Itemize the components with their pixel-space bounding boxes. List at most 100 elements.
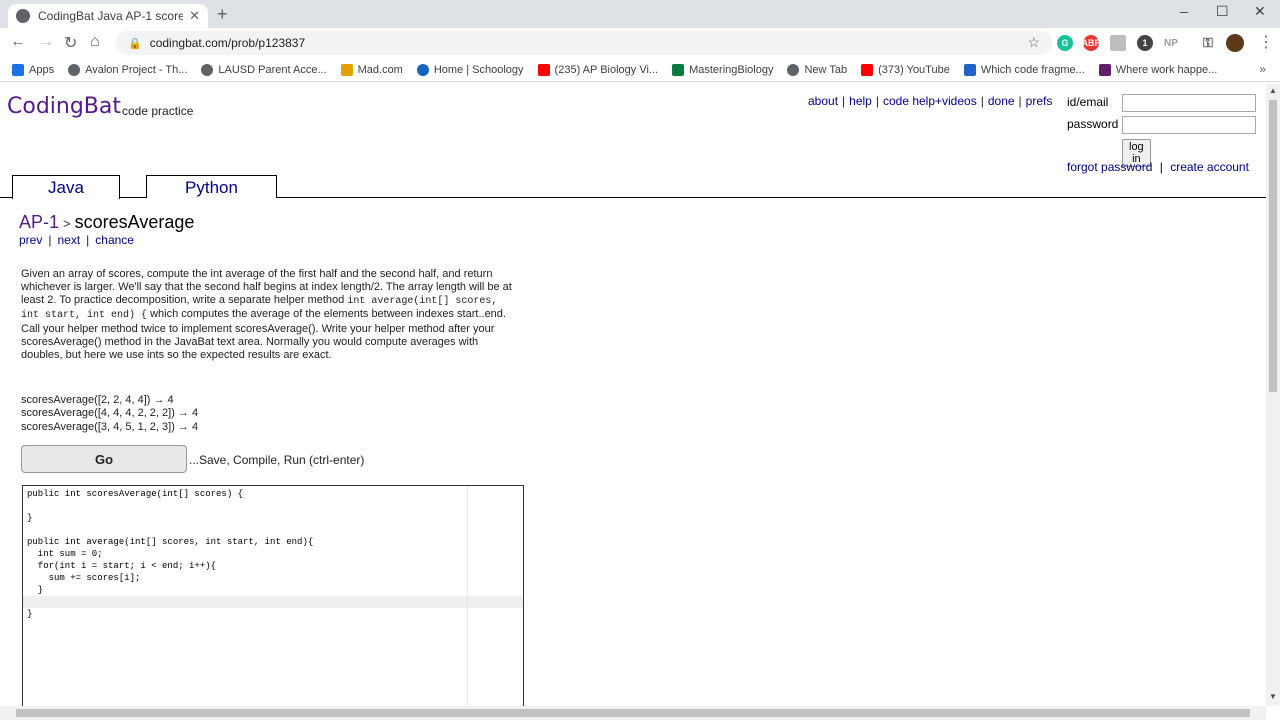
- np-extension-icon[interactable]: NP: [1163, 35, 1179, 51]
- site-logo[interactable]: CodingBat: [7, 94, 121, 119]
- globe-icon: [201, 63, 214, 76]
- code-editor[interactable]: public int scoresAverage(int[] scores) {…: [22, 485, 524, 706]
- about-link[interactable]: about: [808, 94, 838, 108]
- close-tab-icon[interactable]: ✕: [189, 8, 200, 24]
- bookmark-star-icon[interactable]: ☆: [1027, 34, 1040, 51]
- pearson-icon: [672, 63, 685, 76]
- profile-avatar-icon[interactable]: [1226, 34, 1244, 52]
- youtube-icon: [861, 63, 874, 76]
- minimize-icon[interactable]: –: [1180, 3, 1188, 19]
- bookmark-label: MasteringBiology: [689, 63, 774, 76]
- horizontal-scroll-thumb[interactable]: [16, 709, 1250, 717]
- globe-icon: [68, 63, 81, 76]
- bookmark-item[interactable]: Avalon Project - Th...: [68, 63, 188, 76]
- problem-description: Given an array of scores, compute the in…: [21, 268, 521, 362]
- go-button[interactable]: Go: [21, 445, 187, 473]
- key-icon[interactable]: ⚿: [1200, 35, 1216, 51]
- globe-icon: [787, 63, 800, 76]
- password-field[interactable]: [1122, 116, 1256, 134]
- bookmark-item[interactable]: (235) AP Biology Vi...: [537, 63, 659, 76]
- back-arrow-icon[interactable]: ←: [10, 33, 26, 51]
- extension-icon[interactable]: [1110, 35, 1126, 51]
- tab-python[interactable]: Python: [146, 175, 277, 198]
- bookmarks-overflow-icon[interactable]: »: [1259, 62, 1266, 76]
- close-window-icon[interactable]: ✕: [1254, 3, 1266, 20]
- reload-icon[interactable]: ↻: [64, 33, 77, 53]
- bookmark-item[interactable]: Where work happe...: [1098, 63, 1218, 76]
- vertical-scrollbar[interactable]: ▲ ▼: [1266, 84, 1280, 706]
- section-link[interactable]: AP-1: [19, 212, 59, 232]
- adblock-icon[interactable]: ABP: [1082, 35, 1101, 51]
- forward-arrow-icon[interactable]: →: [38, 33, 54, 51]
- lock-icon: 🔒: [128, 37, 142, 50]
- problem-title: scoresAverage: [74, 212, 195, 232]
- tab-title: CodingBat Java AP-1 scoresAverage: [38, 9, 184, 23]
- slack-icon: [1098, 63, 1111, 76]
- print-margin: [467, 486, 468, 706]
- breadcrumb: AP-1 > scoresAverage: [19, 212, 194, 233]
- quizlet-icon: [963, 63, 976, 76]
- example-line: scoresAverage([4, 4, 4, 2, 2, 2]) → 4: [21, 407, 199, 420]
- mad-icon: [340, 63, 353, 76]
- id-email-field[interactable]: [1122, 94, 1256, 112]
- bookmark-label: New Tab: [804, 63, 848, 76]
- id-email-label: id/email: [1067, 95, 1109, 109]
- bookmark-label: Which code fragme...: [980, 63, 1085, 76]
- problem-nav: prev | next | chance: [19, 233, 134, 247]
- bookmark-item[interactable]: LAUSD Parent Acce...: [201, 63, 327, 76]
- browser-tab[interactable]: CodingBat Java AP-1 scoresAverage ✕: [8, 4, 208, 28]
- prev-link[interactable]: prev: [19, 233, 42, 247]
- login-separator: |: [1159, 160, 1163, 174]
- bookmark-label: (373) YouTube: [878, 63, 950, 76]
- example-line: scoresAverage([3, 4, 5, 1, 2, 3]) → 4: [21, 420, 199, 433]
- bookmark-item[interactable]: Which code fragme...: [963, 63, 1085, 76]
- bookmark-label: Apps: [29, 63, 55, 76]
- bookmark-label: Avalon Project - Th...: [85, 63, 188, 76]
- create-account-link[interactable]: create account: [1170, 160, 1249, 174]
- browser-toolbar: ← → ↻ ⌂ 🔒 codingbat.com/prob/p123837 ☆ G…: [0, 28, 1280, 58]
- address-bar[interactable]: 🔒 codingbat.com/prob/p123837 ☆: [116, 31, 1052, 55]
- browser-tab-strip: CodingBat Java AP-1 scoresAverage ✕ + – …: [0, 0, 1280, 28]
- url-text: codingbat.com/prob/p123837: [149, 36, 306, 50]
- bookmark-label: Home | Schoology: [433, 63, 524, 76]
- examples: scoresAverage([2, 2, 4, 4]) → 4 scoresAv…: [21, 394, 198, 434]
- tab-java[interactable]: Java: [12, 175, 120, 199]
- page-content: CodingBat code practice about | help | code …: [0, 84, 1266, 706]
- schoology-icon: [416, 63, 429, 76]
- menu-kebab-icon[interactable]: ⋮: [1258, 32, 1274, 52]
- bookmark-item[interactable]: MasteringBiology: [672, 63, 774, 76]
- scroll-up-icon[interactable]: ▲: [1269, 86, 1277, 95]
- bookmark-label: Mad.com: [357, 63, 403, 76]
- bookmarks-bar: Apps Avalon Project - Th... LAUSD Parent A…: [0, 58, 1280, 82]
- bookmark-label: Where work happe...: [1115, 63, 1218, 76]
- code-help-videos-link[interactable]: code help+videos: [883, 94, 977, 108]
- horizontal-scrollbar[interactable]: [0, 706, 1266, 720]
- scroll-down-icon[interactable]: ▼: [1269, 692, 1277, 701]
- bookmark-item[interactable]: Mad.com: [340, 63, 403, 76]
- youtube-icon: [537, 63, 550, 76]
- bookmark-item[interactable]: New Tab: [787, 63, 848, 76]
- globe-icon: [16, 9, 30, 23]
- maximize-icon[interactable]: ☐: [1216, 3, 1229, 20]
- notification-extension-icon[interactable]: 1: [1137, 35, 1153, 51]
- bookmark-item[interactable]: (373) YouTube: [861, 63, 950, 76]
- bookmark-item[interactable]: Home | Schoology: [416, 63, 524, 76]
- go-hint: ...Save, Compile, Run (ctrl-enter): [189, 453, 365, 467]
- help-link[interactable]: help: [849, 94, 872, 108]
- grammarly-icon[interactable]: G: [1057, 35, 1073, 51]
- vertical-scroll-thumb[interactable]: [1269, 100, 1277, 392]
- bookmark-item[interactable]: Apps: [12, 63, 55, 76]
- top-links: about | help | code help+videos | done | prefs: [808, 94, 1053, 108]
- bookmark-label: LAUSD Parent Acce...: [218, 63, 327, 76]
- prefs-link[interactable]: prefs: [1026, 94, 1053, 108]
- code-text[interactable]: public int scoresAverage(int[] scores) {…: [27, 488, 313, 620]
- new-tab-button[interactable]: +: [217, 4, 228, 25]
- bookmark-label: (235) AP Biology Vi...: [554, 63, 659, 76]
- chance-link[interactable]: chance: [95, 233, 134, 247]
- next-link[interactable]: next: [57, 233, 80, 247]
- apps-icon: [12, 63, 24, 76]
- done-link[interactable]: done: [988, 94, 1015, 108]
- home-icon[interactable]: ⌂: [90, 33, 100, 51]
- forgot-password-link[interactable]: forgot password: [1067, 160, 1152, 174]
- site-tagline: code practice: [122, 104, 194, 118]
